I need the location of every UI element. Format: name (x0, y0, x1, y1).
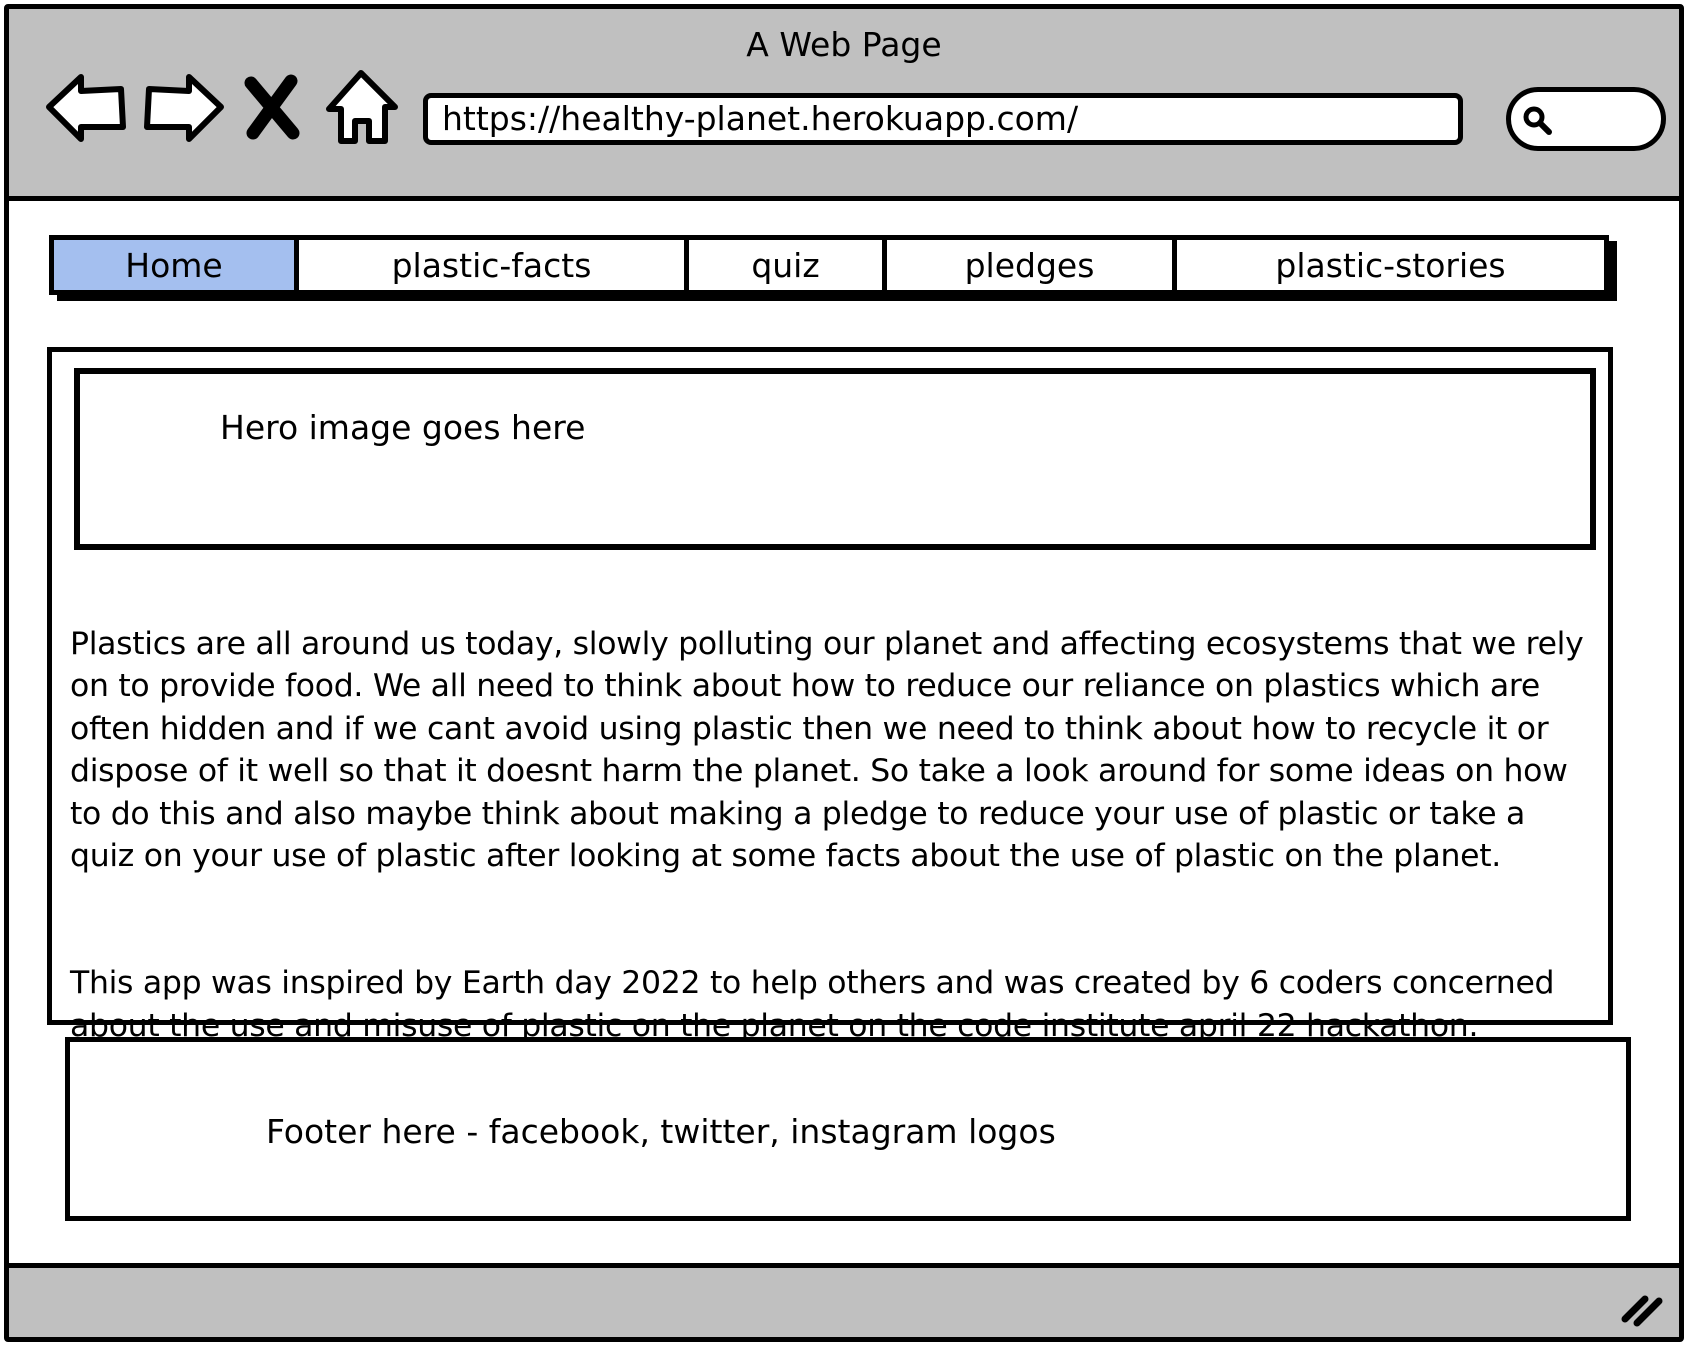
tab-quiz[interactable]: quiz (689, 240, 887, 290)
search-icon (1523, 106, 1552, 135)
nav-tabs: Home plastic-facts quiz pledges plastic-… (49, 235, 1609, 295)
address-bar[interactable]: https://healthy-planet.herokuapp.com/ (423, 93, 1463, 145)
search-box[interactable] (1506, 87, 1666, 151)
stop-x-icon[interactable] (237, 67, 307, 149)
tab-plastic-stories[interactable]: plastic-stories (1177, 240, 1604, 290)
intro-paragraph: Plastics are all around us today, slowly… (70, 625, 1584, 875)
tab-pledges[interactable]: pledges (887, 240, 1177, 290)
browser-window: A Web Page https://healthy-planet.heroku… (4, 4, 1684, 1342)
main-content: Hero image goes here Plastics are all ar… (47, 347, 1613, 1044)
tab-home[interactable]: Home (54, 240, 299, 290)
browser-chrome: A Web Page https://healthy-planet.heroku… (9, 9, 1679, 201)
window-title: A Web Page (746, 25, 942, 64)
resize-handle-icon[interactable] (1619, 1289, 1665, 1329)
inspiration-paragraph: This app was inspired by Earth day 2022 … (70, 965, 1555, 1044)
back-arrow-icon[interactable] (43, 67, 129, 149)
hero-image-placeholder: Hero image goes here (74, 368, 1596, 550)
hero-text: Hero image goes here (220, 408, 586, 447)
home-icon[interactable] (321, 67, 407, 149)
status-bar (9, 1263, 1679, 1337)
footer-text: Footer here - facebook, twitter, instagr… (266, 1112, 1056, 1151)
forward-arrow-icon[interactable] (141, 67, 227, 149)
tab-plastic-facts[interactable]: plastic-facts (299, 240, 689, 290)
footer: Footer here - facebook, twitter, instagr… (65, 1037, 1631, 1221)
